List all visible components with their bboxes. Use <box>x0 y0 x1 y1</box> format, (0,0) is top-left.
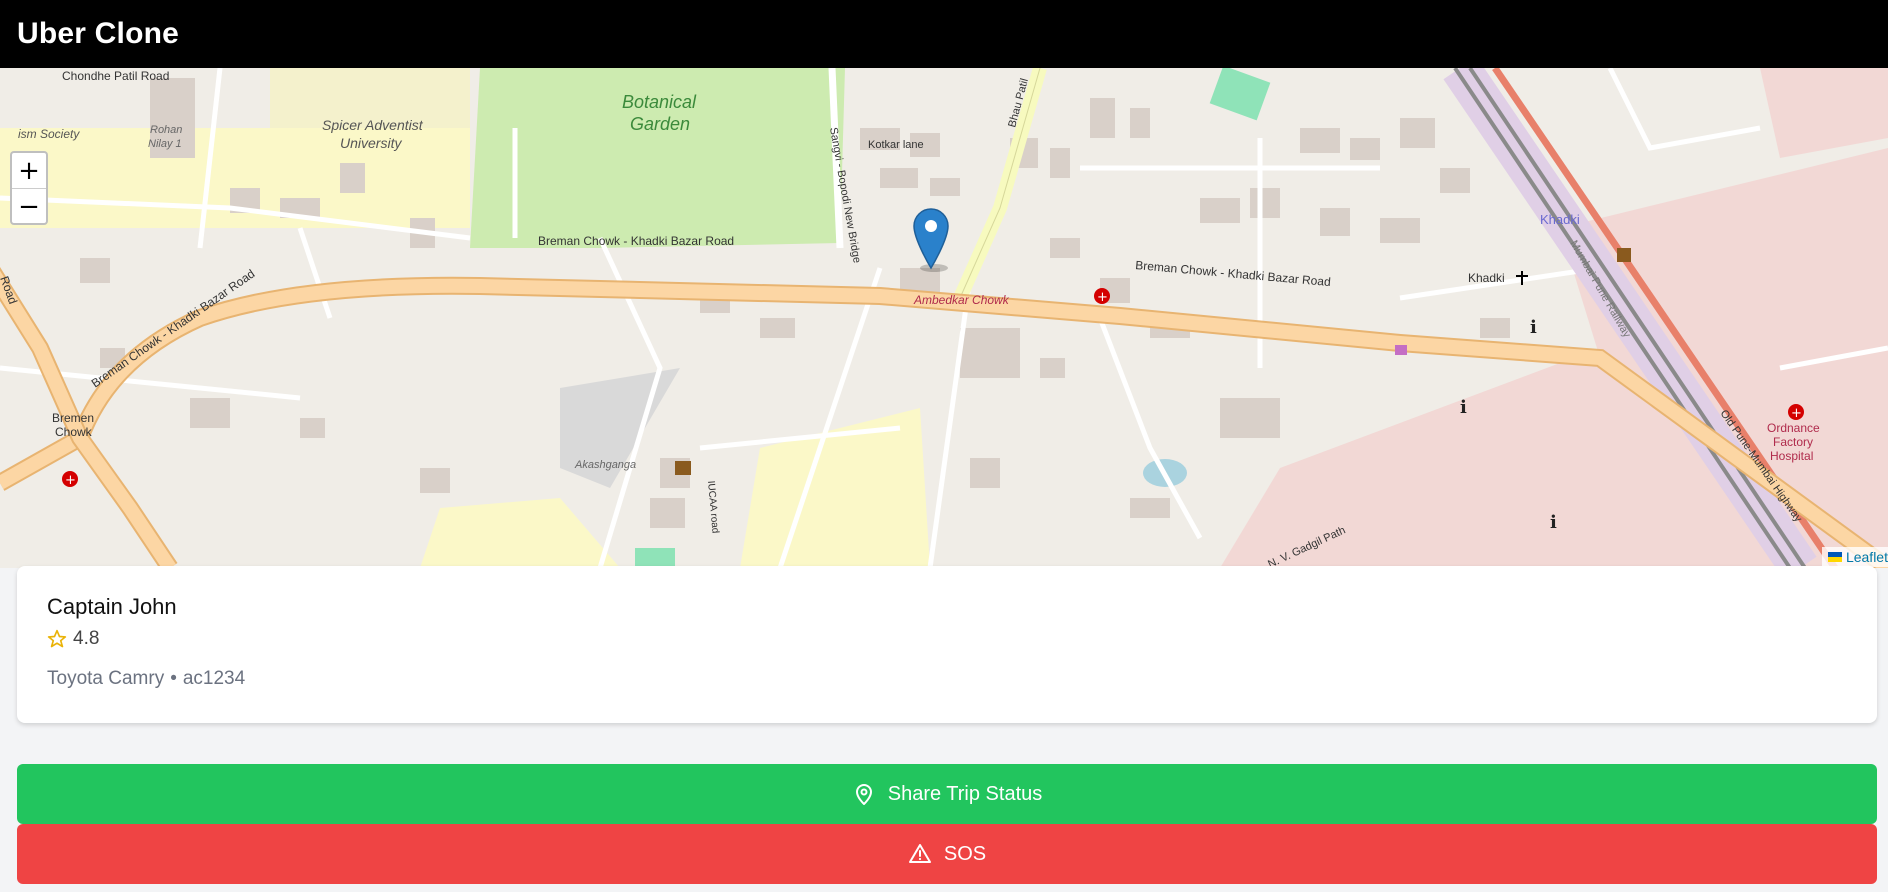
share-trip-status-label: Share Trip Status <box>887 782 1043 805</box>
map-label-khadki: Khadki <box>1468 271 1505 285</box>
vehicle-model: Toyota Camry <box>47 668 165 689</box>
poi-hospital-icon-2: + <box>62 471 78 488</box>
driver-name: Captain John <box>47 594 177 619</box>
map-label-ordnance-2: Factory <box>1773 435 1813 449</box>
zoom-in-button[interactable]: + <box>12 153 46 189</box>
driver-card: Captain John 4.8 Toyota Camry • ac1234 <box>17 566 1877 723</box>
rating-value: 4.8 <box>73 628 100 649</box>
map-label-khadki-station: Khadki <box>1540 212 1580 227</box>
ukraine-flag-icon <box>1827 552 1842 562</box>
bhau-patil-road <box>953 68 1047 301</box>
star-icon <box>47 629 67 648</box>
map-label-ordnance-1: Ordnance <box>1767 421 1820 435</box>
map-label-rohan-1: Rohan <box>150 124 182 136</box>
campus-area-2 <box>420 498 620 568</box>
svg-text:+: + <box>1097 290 1108 305</box>
map-label-breman-2: Breman Chowk - Khadki Bazar Road <box>89 267 258 391</box>
zoom-out-button[interactable]: − <box>12 189 46 224</box>
svg-text:+: + <box>65 473 76 488</box>
map-label-bremen-1: Bremen <box>52 411 94 425</box>
map-label-spicer-1: Spicer Adventist <box>322 117 424 133</box>
poi-info-icon-2: i <box>1460 397 1467 418</box>
zoom-control: + − <box>10 151 48 225</box>
map-label-breman-1: Breman Chowk - Khadki Bazar Road <box>538 234 734 248</box>
park-patch <box>1209 68 1271 121</box>
map-label-akashganga: Akashganga <box>574 459 636 471</box>
map-label-bremen-2: Chowk <box>55 425 93 439</box>
poi-library-icon <box>675 461 691 475</box>
app-title: Uber Clone <box>17 17 180 50</box>
poi-cinema-icon <box>1617 248 1631 262</box>
vehicle-plate: ac1234 <box>182 668 246 689</box>
sos-button[interactable]: SOS <box>17 824 1877 884</box>
map-label-iucaa: IUCAA road <box>705 480 721 534</box>
map-label-rohan-2: Nilay 1 <box>148 138 182 150</box>
poi-info-icon-3: i <box>1550 512 1557 533</box>
vehicle-separator: • <box>170 668 177 689</box>
alert-triangle-icon <box>908 844 931 863</box>
sos-label: SOS <box>943 842 987 865</box>
poi-hospital-icon-3: + <box>1788 404 1804 421</box>
map-label-botanical-2: Garden <box>630 114 690 134</box>
map-label-kotkar: Kotkar lane <box>868 139 924 151</box>
poi-hospital-icon: + <box>1094 288 1110 305</box>
map-label-spicer-2: University <box>340 135 402 151</box>
map-attribution[interactable]: Leaflet <box>1821 547 1888 567</box>
map-label-chondhe: Chondhe Patil Road <box>62 69 169 83</box>
map-tiles: Chondhe Patil Road Spicer Adventist Univ… <box>0 68 1888 568</box>
map-label-ism: ism Society <box>18 127 80 141</box>
svg-text:+: + <box>1791 406 1802 421</box>
map-label-ambedkar: Ambedkar Chowk <box>913 293 1010 307</box>
military-area-top <box>1760 68 1888 158</box>
attribution-link[interactable]: Leaflet <box>1846 549 1888 565</box>
map-view[interactable]: Chondhe Patil Road Spicer Adventist Univ… <box>0 68 1888 568</box>
map-marker-icon[interactable] <box>913 208 949 272</box>
vehicle-info: Toyota Camry • ac1234 <box>47 668 245 690</box>
park-patch-2 <box>635 548 675 568</box>
poi-info-icon: i <box>1530 317 1537 338</box>
driver-rating: 4.8 <box>47 628 99 650</box>
poi-shop-icon <box>1395 345 1407 355</box>
map-pin-icon <box>855 784 872 805</box>
share-trip-status-button[interactable]: Share Trip Status <box>17 764 1877 824</box>
map-label-breman-3: Breman Chowk - Khadki Bazar Road <box>1135 258 1332 289</box>
map-label-botanical-1: Botanical <box>622 92 697 112</box>
map-label-ordnance-3: Hospital <box>1770 449 1813 463</box>
app-header: Uber Clone <box>0 0 1888 68</box>
